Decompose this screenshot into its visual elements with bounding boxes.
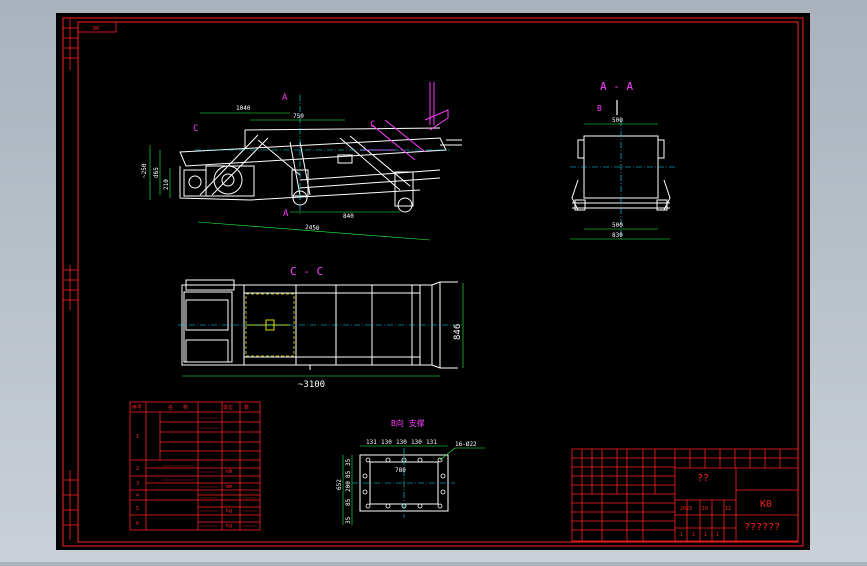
title-code: K0 [760,499,772,510]
b-dim-top-3: 130 [396,439,407,446]
aa-dim-top: 500 [612,117,623,124]
b-dim-left-5: 35 [345,516,352,524]
frame-note: 80 [93,26,99,32]
title-scale-1: 2023 [680,506,692,512]
aa-dim-bottom-inner: 500 [612,222,623,229]
section-mark-c-right: C [370,120,375,130]
b-dim-overall: 652 [336,479,343,490]
title-bottom-2: 1 [692,532,695,538]
b-dim-top-1: 131 [366,439,377,446]
b-hole-note: 16-Ø22 [455,441,477,448]
drawing-sheet [56,13,810,550]
spec-row-5: 5 [136,506,139,512]
dim-left-a: ~250 [141,163,148,178]
section-mark-c-left: C [193,124,198,134]
b-dim-top-2: 130 [381,439,392,446]
b-dim-top-4: 130 [411,439,422,446]
spec-row-6: 6 [136,521,139,527]
title-scale-2: 10 [702,506,708,512]
section-mark-a-top: A [282,93,288,103]
dim-bottom-total: 2450 [305,224,320,232]
title-bottom-4: 1 [716,532,719,538]
b-dim-left-2: 85 [345,470,352,478]
title-name: ?? [697,473,709,484]
spec-header-name-a: 名 [168,404,173,411]
spec-header-name-b: 称 [183,404,188,411]
spec-unit-2: mm [226,484,232,490]
spec-header-qty: 数 [244,404,249,411]
dim-bottom-short: 840 [343,213,354,220]
plan-dim-length: ~3100 [298,380,325,390]
title-bottom-1: 1 [680,532,683,538]
dim-top-b: 750 [293,113,304,120]
spec-unit-4: kg [226,523,232,529]
plan-dim-height: 846 [453,324,463,340]
b-dim-left-4: 85 [345,498,352,506]
b-dim-left-1: 35 [345,458,352,466]
spec-unit-3: kg [226,508,232,514]
spec-row-4: 4 [136,493,139,499]
plan-view-title: C - C [290,265,323,278]
b-dim-inner: 780 [395,467,406,474]
spec-header-unit: 单位 [223,404,233,411]
spec-row-3: 3 [136,481,139,487]
section-b-title: B向 支撑 [391,418,425,428]
spec-unit-1: kW [226,469,233,475]
title-bottom-3: 1 [704,532,707,538]
title-scale-3: 12 [725,506,731,512]
section-mark-a-bottom: A [283,209,289,219]
spec-row-1: 1 [136,434,139,440]
spec-row-2: 2 [136,466,139,472]
spec-header-no: 序号 [132,404,142,411]
aa-dim-bottom-outer: 830 [612,232,623,239]
b-dim-top-5: 131 [426,439,437,446]
title-subtitle: ?????? [744,522,780,533]
dim-left-b: d65 [153,167,160,178]
cad-drawing: 80 A A C C 1040 750 ~250 d65 210 840 245… [56,13,810,550]
b-dim-left-3: 200 [345,481,352,492]
dim-left-c: 210 [163,179,170,190]
cad-viewport[interactable]: 80 A A C C 1040 750 ~250 d65 210 840 245… [0,0,867,562]
dim-top-a: 1040 [236,105,251,112]
section-aa-b-label: B [597,104,602,113]
section-aa-title: A - A [600,80,633,93]
